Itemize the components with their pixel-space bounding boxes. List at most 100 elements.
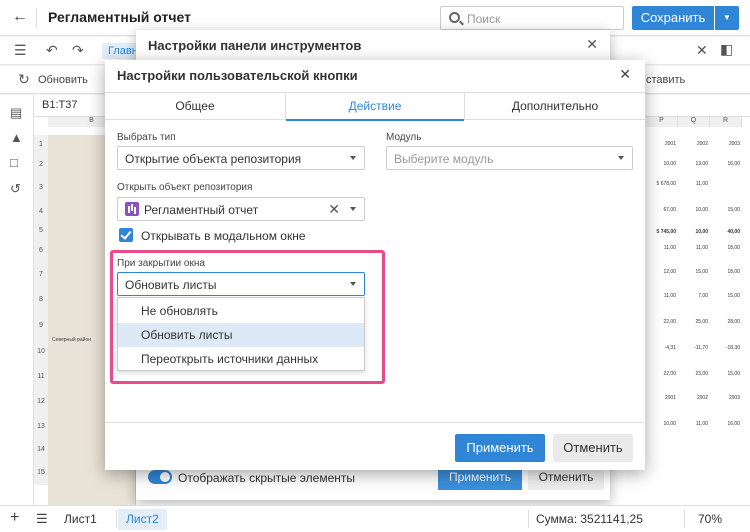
table-cell[interactable]: 25,00 (678, 319, 708, 325)
panel-icon[interactable]: ◧ (720, 41, 733, 58)
table-cell[interactable]: 18,00 (710, 269, 740, 275)
row-number[interactable]: 12 (34, 389, 48, 415)
table-cell[interactable]: 10,00 (646, 161, 676, 167)
history-icon[interactable]: ↺ (10, 181, 21, 197)
chevron-down-icon (350, 282, 356, 286)
repo-label: Открыть объект репозитория (117, 182, 253, 193)
type-select[interactable]: Открытие объекта репозитория (117, 146, 365, 170)
divider (684, 510, 685, 528)
row-number[interactable]: 7 (34, 263, 48, 287)
row-number[interactable]: 4 (34, 201, 48, 223)
table-cell[interactable]: 16,00 (710, 421, 740, 427)
search-input[interactable]: Поиск (440, 6, 624, 30)
table-cell[interactable]: 11,00 (678, 421, 708, 427)
save-dropdown-button[interactable]: ▼ (715, 6, 739, 30)
table-cell[interactable]: -11,70 (678, 345, 708, 351)
table-cell[interactable]: 40,00 (710, 229, 740, 235)
sheet-tab[interactable]: Лист1 (56, 509, 105, 530)
table-cell[interactable]: 28,00 (710, 319, 740, 325)
tab-additional[interactable]: Дополнительно (465, 93, 645, 120)
table-cell[interactable]: 11,00 (678, 245, 708, 251)
tab-general[interactable]: Общее (105, 93, 285, 120)
cell-reference[interactable]: B1:T37 (42, 99, 77, 111)
show-hidden-label: Отображать скрытые элементы (178, 471, 355, 485)
table-cell[interactable]: 2002 (678, 395, 708, 401)
table-cell[interactable]: 2001 (646, 395, 676, 401)
table-cell[interactable]: 15,00 (678, 269, 708, 275)
column-header[interactable]: P (646, 117, 678, 127)
refresh-icon[interactable]: ↻ (18, 71, 30, 88)
row-number[interactable]: 15 (34, 461, 48, 485)
table-cell[interactable]: -4,31 (646, 345, 676, 351)
table-cell[interactable]: 11,00 (646, 293, 676, 299)
table-cell[interactable]: 5 745,00 (646, 229, 676, 235)
table-cell[interactable]: 7,00 (678, 293, 708, 299)
row-number[interactable]: 8 (34, 287, 48, 313)
row-number[interactable]: 11 (34, 365, 48, 389)
table-cell[interactable]: 15,00 (710, 207, 740, 213)
hamburger-icon[interactable]: ☰ (14, 42, 27, 59)
column-header[interactable]: R (710, 117, 742, 127)
table-cell[interactable]: 15,00 (710, 293, 740, 299)
row-number[interactable]: 1 (34, 135, 48, 155)
sheet-tab-active[interactable]: Лист2 (118, 509, 167, 530)
apply-button[interactable]: Применить (455, 434, 545, 462)
insert-label[interactable]: ставить (646, 74, 685, 86)
zoom-level[interactable]: 70% (698, 512, 722, 526)
tab-action[interactable]: Действие (285, 93, 465, 121)
column-header[interactable]: Q (678, 117, 710, 127)
option-reopen-sources[interactable]: Переоткрыть источники данных (118, 347, 364, 371)
show-hidden-toggle[interactable] (148, 470, 172, 484)
table-cell[interactable]: 5 678,00 (646, 181, 676, 187)
row-number[interactable]: 2 (34, 155, 48, 175)
cancel-button[interactable]: Отменить (553, 434, 633, 462)
table-cell[interactable]: -18,30 (710, 345, 740, 351)
table-cell[interactable]: 2002 (678, 141, 708, 147)
table-cell[interactable]: 23,00 (678, 371, 708, 377)
table-cell[interactable]: 10,00 (646, 421, 676, 427)
table-cell[interactable]: 22,00 (646, 371, 676, 377)
row-number[interactable]: 6 (34, 239, 48, 263)
clear-icon[interactable]: ✕ (328, 201, 340, 218)
row-number[interactable]: 13 (34, 415, 48, 439)
row-number[interactable]: 10 (34, 339, 48, 365)
table-cell[interactable]: 13,00 (678, 161, 708, 167)
option-no-refresh[interactable]: Не обновлять (118, 299, 364, 323)
table-cell[interactable]: 11,00 (646, 245, 676, 251)
modal-window-checkbox[interactable] (119, 228, 133, 242)
close-icon[interactable]: ✕ (619, 66, 631, 83)
hierarchy-icon[interactable]: ▲ (10, 130, 23, 145)
table-cell[interactable]: 15,00 (710, 371, 740, 377)
table-cell[interactable]: 10,00 (678, 207, 708, 213)
table-cell[interactable]: 67,00 (646, 207, 676, 213)
table-cell[interactable]: 16,00 (710, 161, 740, 167)
table-cell[interactable]: 2001 (646, 141, 676, 147)
option-refresh-sheets[interactable]: Обновить листы (118, 323, 364, 347)
table-cell[interactable]: 12,00 (646, 269, 676, 275)
close-icon[interactable]: ✕ (586, 36, 598, 53)
row-number[interactable]: 9 (34, 313, 48, 339)
save-button[interactable]: Сохранить (632, 6, 714, 30)
table-cell[interactable]: 22,00 (646, 319, 676, 325)
list-icon[interactable]: ▤ (10, 105, 22, 121)
table-cell[interactable]: 2003 (710, 141, 740, 147)
status-bar: + ☰ Лист1 Лист2 Сумма: 3521141,25 70% (0, 505, 750, 532)
close-icon[interactable]: ✕ (696, 42, 708, 59)
repo-select[interactable]: Регламентный отчет ✕ (117, 197, 365, 221)
table-cell[interactable]: 18,00 (710, 245, 740, 251)
table-cell[interactable]: 11,00 (678, 181, 708, 187)
sheets-menu-icon[interactable]: ☰ (36, 511, 48, 527)
row-number[interactable]: 5 (34, 223, 48, 239)
table-cell[interactable]: 10,00 (678, 229, 708, 235)
table-cell[interactable]: 2003 (710, 395, 740, 401)
refresh-label[interactable]: Обновить (38, 74, 88, 86)
redo-icon[interactable]: ↷ (72, 42, 84, 59)
module-select[interactable]: Выберите модуль (386, 146, 633, 170)
back-arrow-icon[interactable]: ← (12, 8, 28, 26)
row-number[interactable]: 3 (34, 175, 48, 201)
add-sheet-icon[interactable]: + (10, 509, 19, 527)
row-number[interactable]: 14 (34, 439, 48, 461)
comment-icon[interactable]: □ (10, 155, 18, 170)
undo-icon[interactable]: ↶ (46, 42, 58, 59)
on-close-select[interactable]: Обновить листы (117, 272, 365, 296)
